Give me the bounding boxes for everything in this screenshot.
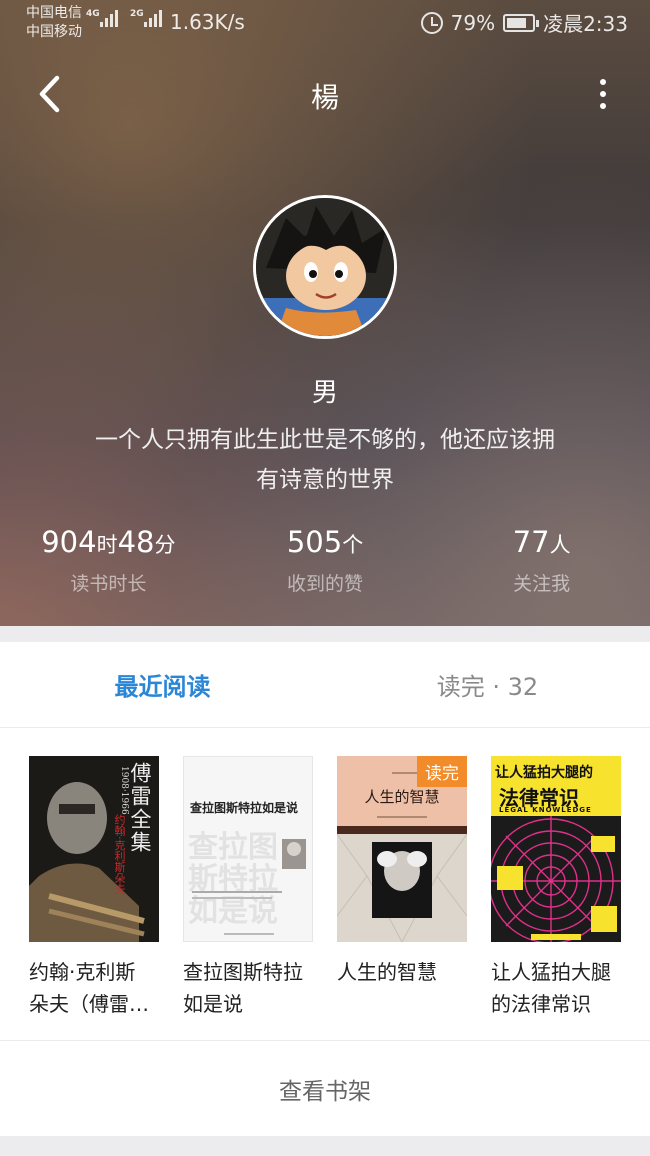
bio-line: 有诗意的世界 bbox=[256, 467, 394, 493]
battery-percent: 79% bbox=[450, 10, 496, 35]
stat-label: 收到的赞 bbox=[287, 573, 364, 595]
book-title: 查拉图斯特拉 如是说 bbox=[183, 960, 303, 1016]
gender-label: 男 bbox=[311, 378, 338, 408]
more-dot-icon bbox=[600, 91, 606, 97]
avatar-image bbox=[256, 198, 394, 336]
cover-title: 傅雷全集 bbox=[128, 762, 152, 854]
cover-years: 1908·1966 bbox=[119, 766, 129, 815]
profile-header: 中国电信 中国移动 4G 2G 1.63K/s 79% 凌晨2:33 楊 男 一… bbox=[0, 0, 650, 626]
cover-english: LEGAL KNOWLEDGE bbox=[499, 806, 592, 814]
book-title: 让人猛拍大腿 的法律常识 bbox=[491, 960, 611, 1016]
bio: 一个人只拥有此生此世是不够的，他还应该拥 有诗意的世界 bbox=[60, 420, 590, 500]
tab-recent-reading[interactable]: 最近阅读 bbox=[0, 642, 325, 727]
stat-reading-time[interactable]: 904时48分 读书时长 bbox=[0, 524, 217, 596]
book-cover: 傅雷全集 1908·1966 约翰·克利斯朵夫 bbox=[29, 756, 159, 942]
stat-followers[interactable]: 77人 关注我 bbox=[433, 524, 650, 596]
carrier-1: 中国电信 bbox=[26, 5, 82, 21]
network-speed: 1.63K/s bbox=[170, 10, 245, 34]
book-item[interactable]: 查拉图斯特拉如是说 查拉图 斯特拉 如是说 查拉图斯特拉 如是说 bbox=[183, 756, 313, 1020]
stats-row: 904时48分 读书时长 505个 收到的赞 77人 关注我 bbox=[0, 524, 650, 596]
stat-label: 读书时长 bbox=[70, 573, 147, 595]
book-item[interactable]: 让人猛拍大腿的 法律常识 LEGAL KNOWLEDGE 让人猛拍大腿 的法律常… bbox=[491, 756, 621, 1020]
reading-card: 最近阅读 读完 · 32 傅雷全集 1908·1966 约翰·克利斯朵夫 约翰·… bbox=[0, 642, 650, 1136]
book-cover-art: 查拉图 斯特拉 如是说 bbox=[188, 830, 306, 935]
stat-value: 77人 bbox=[512, 525, 571, 559]
top-bar: 楊 bbox=[0, 60, 650, 126]
book-title: 人生的智慧 bbox=[337, 960, 437, 984]
book-item[interactable]: 傅雷全集 1908·1966 约翰·克利斯朵夫 约翰·克利斯 朵夫（傅雷… bbox=[29, 756, 159, 1020]
clock: 凌晨2:33 bbox=[543, 12, 628, 36]
signal-2-icon: 2G bbox=[130, 9, 162, 27]
avatar[interactable] bbox=[253, 195, 397, 339]
stat-label: 关注我 bbox=[513, 573, 571, 595]
battery-icon bbox=[503, 13, 540, 32]
cover-title: 人生的智慧 bbox=[364, 788, 440, 806]
book-cover: 人生的智慧 读完 bbox=[337, 756, 467, 942]
bio-line: 一个人只拥有此生此世是不够的，他还应该拥 bbox=[95, 427, 555, 453]
stat-value: 904时48分 bbox=[41, 525, 176, 559]
svg-text:如是说: 如是说 bbox=[188, 894, 278, 929]
cover-title-1: 让人猛拍大腿的 bbox=[495, 765, 593, 781]
signal-1-tag: 4G bbox=[86, 9, 100, 19]
book-item[interactable]: 人生的智慧 读完 人生的智慧 bbox=[337, 756, 467, 988]
stat-likes[interactable]: 505个 收到的赞 bbox=[217, 524, 434, 596]
status-bar: 中国电信 中国移动 4G 2G 1.63K/s 79% 凌晨2:33 bbox=[0, 0, 650, 46]
reading-tabs: 最近阅读 读完 · 32 bbox=[0, 642, 650, 728]
signal-2-tag: 2G bbox=[130, 9, 144, 19]
stat-value: 505个 bbox=[286, 525, 364, 559]
cover-series: 约翰·克利斯朵夫 bbox=[113, 814, 126, 895]
svg-text:查拉图: 查拉图 bbox=[188, 830, 278, 865]
page-title: 楊 bbox=[310, 81, 339, 114]
book-cover: 让人猛拍大腿的 法律常识 LEGAL KNOWLEDGE bbox=[491, 756, 621, 942]
view-bookshelf-button[interactable]: 查看书架 bbox=[0, 1040, 650, 1136]
tab-finished[interactable]: 读完 · 32 bbox=[325, 642, 650, 727]
signal-1-icon: 4G bbox=[86, 9, 118, 27]
alarm-icon bbox=[420, 11, 443, 34]
status-right: 79% 凌晨2:33 bbox=[420, 8, 628, 37]
more-dot-icon bbox=[600, 103, 606, 109]
carrier-labels: 中国电信 中国移动 bbox=[26, 4, 82, 42]
more-dot-icon bbox=[600, 79, 606, 85]
book-cover: 查拉图斯特拉如是说 查拉图 斯特拉 如是说 bbox=[183, 756, 313, 942]
carrier-2: 中国移动 bbox=[26, 24, 82, 40]
more-options-button[interactable] bbox=[590, 72, 616, 116]
signal-indicators: 4G 2G bbox=[86, 9, 162, 27]
book-title: 约翰·克利斯 朵夫（傅雷… bbox=[29, 960, 149, 1016]
finished-badge: 读完 bbox=[417, 756, 467, 787]
